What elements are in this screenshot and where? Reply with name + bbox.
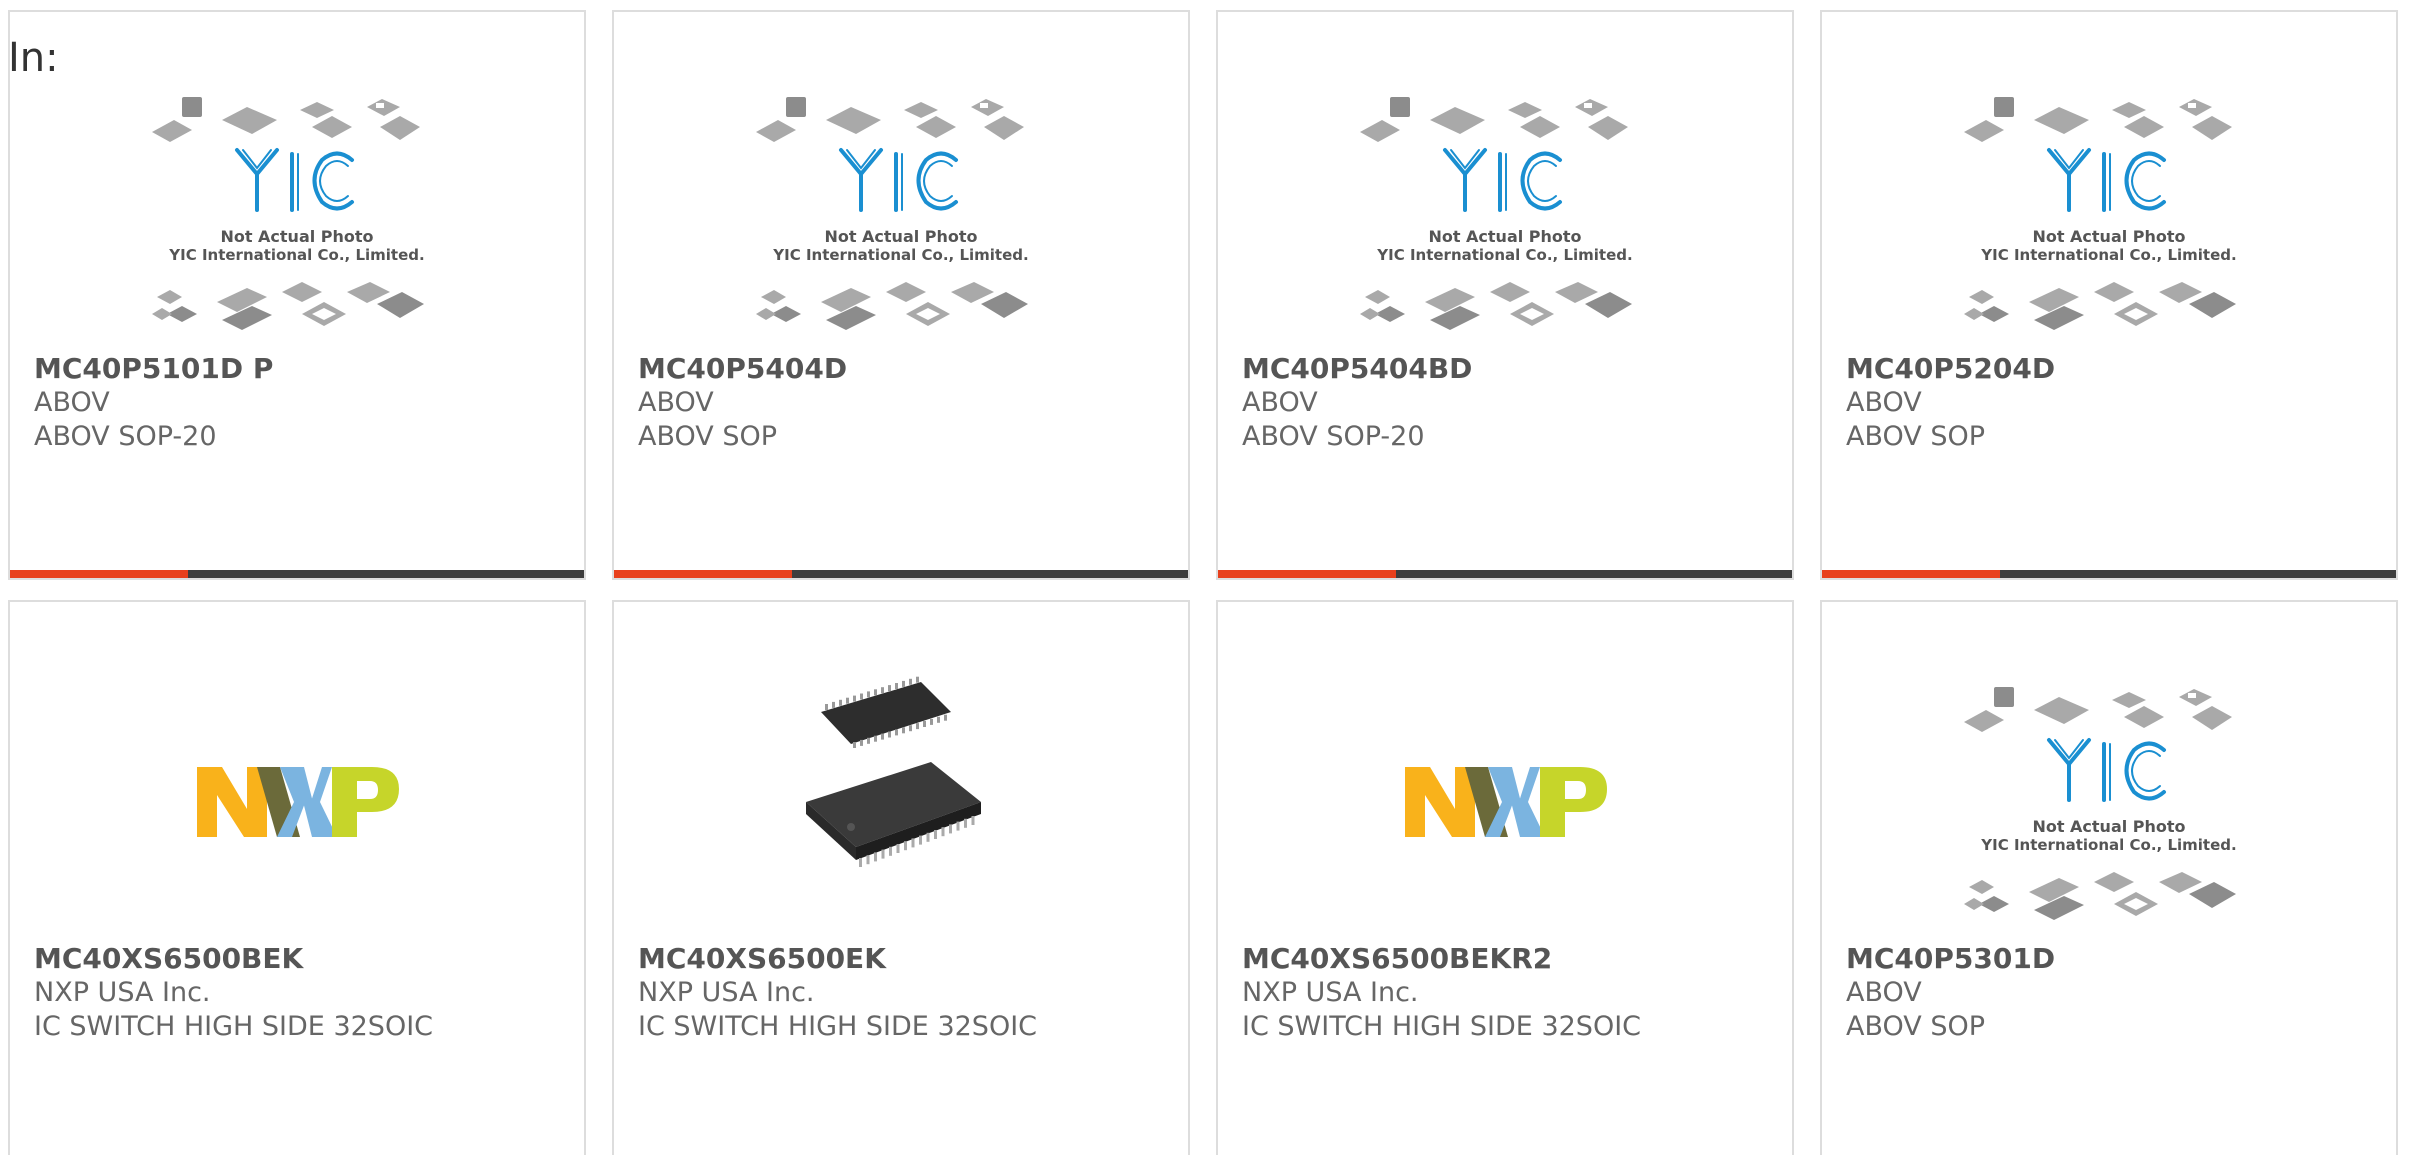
nxp-logo	[1405, 767, 1607, 837]
nxp-logo-image[interactable]	[1218, 652, 1792, 942]
company-name-text: YIC International Co., Limited.	[1980, 836, 2236, 854]
nxp-logo-image[interactable]	[10, 652, 584, 942]
not-actual-photo-text: Not Actual Photo	[824, 227, 977, 246]
product-image-placeholder[interactable]: Not Actual Photo YIC International Co., L…	[614, 92, 1188, 352]
manufacturer: ABOV	[1242, 387, 1318, 418]
product-card[interactable]: Not Actual Photo YIC International Co., L…	[1820, 10, 2398, 580]
product-image-placeholder[interactable]: Not Actual Photo YIC International Co., L…	[10, 92, 584, 352]
product-image-placeholder[interactable]: Not Actual Photo YIC International Co., L…	[1822, 92, 2396, 352]
description: ABOV SOP	[1846, 421, 1986, 452]
chip-icons-top	[1360, 97, 1628, 142]
chip-icons-bottom	[756, 282, 1028, 330]
nxp-logo	[197, 767, 399, 837]
part-number[interactable]: MC40XS6500EK	[638, 942, 1168, 976]
yic-logo	[1443, 148, 1562, 212]
part-number[interactable]: MC40P5204D	[1846, 352, 2376, 386]
product-image-placeholder[interactable]: Not Actual Photo YIC International Co., L…	[1822, 682, 2396, 942]
in-label: In:	[8, 35, 59, 81]
yic-logo	[2047, 738, 2166, 802]
company-name-text: YIC International Co., Limited.	[168, 246, 424, 264]
progress-fill	[10, 570, 188, 578]
manufacturer: NXP USA Inc.	[638, 977, 815, 1008]
progress-fill	[1218, 570, 1396, 578]
description: IC SWITCH HIGH SIDE 32SOIC	[638, 1011, 1038, 1042]
manufacturer: ABOV	[34, 387, 110, 418]
product-grid-page: In: Not Actual Photo YIC International Co…	[0, 0, 2410, 1155]
yic-logo	[2047, 148, 2166, 212]
yic-logo	[235, 148, 354, 212]
product-card[interactable]: Not Actual Photo YIC International Co., L…	[1820, 600, 2398, 1155]
chip-icons-bottom	[152, 282, 424, 330]
chip-icons-top	[1964, 97, 2232, 142]
not-actual-photo-text: Not Actual Photo	[220, 227, 373, 246]
not-actual-photo-text: Not Actual Photo	[2032, 817, 2185, 836]
product-image-placeholder[interactable]: Not Actual Photo YIC International Co., L…	[1218, 92, 1792, 352]
card-progress-bar	[10, 570, 584, 578]
description: ABOV SOP-20	[34, 421, 217, 452]
product-card[interactable]: Not Actual Photo YIC International Co., L…	[8, 10, 586, 580]
chip-icons-top	[152, 97, 420, 142]
part-number[interactable]: MC40XS6500BEKR2	[1242, 942, 1772, 976]
company-name-text: YIC International Co., Limited.	[1376, 246, 1632, 264]
manufacturer: NXP USA Inc.	[34, 977, 211, 1008]
not-actual-photo-text: Not Actual Photo	[1428, 227, 1581, 246]
part-number[interactable]: MC40P5404BD	[1242, 352, 1772, 386]
chip-icons-bottom	[1964, 282, 2236, 330]
part-number[interactable]: MC40P5404D	[638, 352, 1168, 386]
soic-chip-icon	[806, 676, 981, 867]
product-card[interactable]: MC40XS6500BEK NXP USA Inc. IC SWITCH HIG…	[8, 600, 586, 1155]
description: ABOV SOP-20	[1242, 421, 1425, 452]
part-number[interactable]: MC40P5101D P	[34, 352, 564, 386]
description: IC SWITCH HIGH SIDE 32SOIC	[1242, 1011, 1642, 1042]
card-progress-bar	[1218, 570, 1792, 578]
product-card[interactable]: MC40XS6500BEKR2 NXP USA Inc. IC SWITCH H…	[1216, 600, 1794, 1155]
not-actual-photo-text: Not Actual Photo	[2032, 227, 2185, 246]
product-card[interactable]: Not Actual Photo YIC International Co., L…	[612, 10, 1190, 580]
company-name-text: YIC International Co., Limited.	[1980, 246, 2236, 264]
product-card[interactable]: MC40XS6500EK NXP USA Inc. IC SWITCH HIGH…	[612, 600, 1190, 1155]
company-name-text: YIC International Co., Limited.	[772, 246, 1028, 264]
description: ABOV SOP	[1846, 1011, 1986, 1042]
progress-fill	[1822, 570, 2000, 578]
part-number[interactable]: MC40P5301D	[1846, 942, 2376, 976]
product-card[interactable]: Not Actual Photo YIC International Co., L…	[1216, 10, 1794, 580]
description: ABOV SOP	[638, 421, 778, 452]
card-progress-bar	[1822, 570, 2396, 578]
progress-fill	[614, 570, 792, 578]
manufacturer: ABOV	[638, 387, 714, 418]
yic-logo	[839, 148, 958, 212]
chip-icons-top	[1964, 687, 2232, 732]
manufacturer: ABOV	[1846, 387, 1922, 418]
manufacturer: NXP USA Inc.	[1242, 977, 1419, 1008]
chip-icons-bottom	[1360, 282, 1632, 330]
chip-photo-image[interactable]	[614, 652, 1188, 942]
description: IC SWITCH HIGH SIDE 32SOIC	[34, 1011, 434, 1042]
chip-icons-top	[756, 97, 1024, 142]
chip-icons-bottom	[1964, 872, 2236, 920]
card-progress-bar	[614, 570, 1188, 578]
manufacturer: ABOV	[1846, 977, 1922, 1008]
part-number[interactable]: MC40XS6500BEK	[34, 942, 564, 976]
